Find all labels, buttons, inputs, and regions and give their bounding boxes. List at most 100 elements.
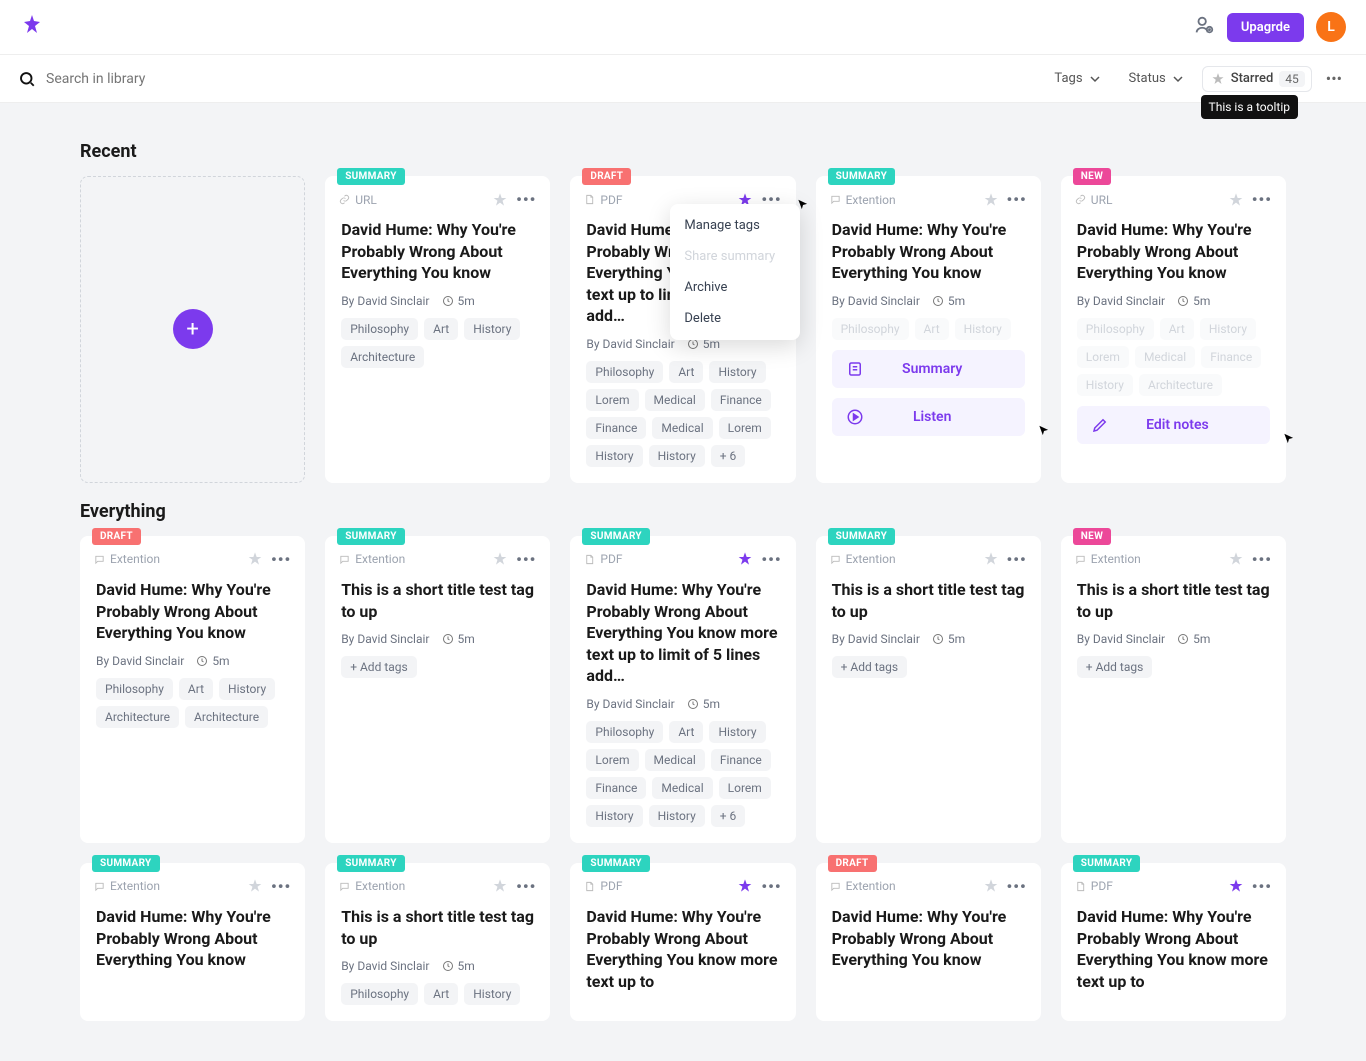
star-icon[interactable] bbox=[492, 878, 508, 894]
filter-starred[interactable]: Starred 45 bbox=[1202, 66, 1312, 92]
card-more-icon[interactable]: ••• bbox=[1007, 877, 1027, 896]
avatar[interactable]: L bbox=[1316, 12, 1346, 42]
card-more-icon[interactable]: ••• bbox=[1007, 190, 1027, 209]
tag[interactable]: Art bbox=[669, 361, 703, 383]
add-tags-button[interactable]: + Add tags bbox=[832, 656, 908, 678]
summary-button[interactable]: Summary bbox=[832, 350, 1025, 388]
add-tags-button[interactable]: + Add tags bbox=[341, 656, 417, 678]
search[interactable] bbox=[18, 70, 1044, 88]
card-more-icon[interactable]: ••• bbox=[1252, 550, 1272, 569]
star-icon[interactable] bbox=[247, 878, 263, 894]
tag[interactable]: Art bbox=[179, 678, 213, 700]
tag[interactable]: Medical bbox=[652, 777, 712, 799]
edit-notes-button[interactable]: Edit notes bbox=[1077, 406, 1270, 444]
card-more-icon[interactable]: ••• bbox=[1007, 550, 1027, 569]
card-menu: Manage tags Share summary Archive Delete bbox=[670, 204, 800, 340]
tag[interactable]: History bbox=[649, 805, 705, 827]
user-add-icon[interactable] bbox=[1193, 14, 1215, 40]
tag[interactable]: Philosophy bbox=[96, 678, 173, 700]
summary-badge: SUMMARY bbox=[337, 528, 405, 545]
add-tags-button[interactable]: + Add tags bbox=[1077, 656, 1153, 678]
clock-icon bbox=[442, 295, 454, 307]
star-icon[interactable] bbox=[247, 551, 263, 567]
tag[interactable]: Finance bbox=[711, 749, 771, 771]
filter-tags[interactable]: Tags bbox=[1044, 65, 1110, 92]
menu-delete[interactable]: Delete bbox=[670, 303, 800, 334]
card: SUMMARY PDF••• David Hume: Why You're Pr… bbox=[570, 536, 795, 843]
more-icon[interactable]: ••• bbox=[1320, 65, 1348, 92]
card-more-icon[interactable]: ••• bbox=[761, 550, 781, 569]
card: DRAFT Extention••• David Hume: Why You'r… bbox=[80, 536, 305, 843]
card-more-icon[interactable]: ••• bbox=[761, 877, 781, 896]
tag[interactable]: Finance bbox=[586, 777, 646, 799]
star-icon[interactable] bbox=[983, 192, 999, 208]
star-icon[interactable] bbox=[1228, 551, 1244, 567]
filter-status[interactable]: Status bbox=[1119, 65, 1194, 92]
card-more-icon[interactable]: ••• bbox=[516, 190, 536, 209]
listen-button[interactable]: Listen bbox=[832, 398, 1025, 436]
section-recent-title: Recent bbox=[80, 141, 1286, 162]
tag[interactable]: History bbox=[649, 445, 705, 467]
tag[interactable]: History bbox=[586, 805, 642, 827]
cursor-icon bbox=[1282, 432, 1296, 446]
tag[interactable]: Lorem bbox=[719, 777, 771, 799]
tag[interactable]: Lorem bbox=[586, 749, 638, 771]
tag[interactable]: Lorem bbox=[586, 389, 638, 411]
tag[interactable]: Medical bbox=[645, 749, 705, 771]
tag[interactable]: Medical bbox=[645, 389, 705, 411]
chat-icon bbox=[339, 881, 350, 892]
tag[interactable]: History bbox=[586, 445, 642, 467]
star-icon[interactable] bbox=[1228, 192, 1244, 208]
source-pdf: PDF bbox=[584, 193, 622, 207]
add-card[interactable]: + bbox=[80, 176, 305, 483]
card-title: David Hume: Why You're Probably Wrong Ab… bbox=[1077, 219, 1270, 284]
star-icon[interactable] bbox=[737, 878, 753, 894]
card-more-icon[interactable]: ••• bbox=[271, 877, 291, 896]
menu-archive[interactable]: Archive bbox=[670, 272, 800, 303]
tag[interactable]: Art bbox=[669, 721, 703, 743]
card-more-icon[interactable]: ••• bbox=[271, 550, 291, 569]
tag[interactable]: Architecture bbox=[185, 706, 268, 728]
source-pdf: PDF bbox=[584, 879, 622, 893]
card-more-icon[interactable]: ••• bbox=[516, 550, 536, 569]
star-icon[interactable] bbox=[983, 878, 999, 894]
tag[interactable]: Art bbox=[424, 983, 458, 1005]
new-badge: NEW bbox=[1073, 528, 1111, 545]
star-icon[interactable] bbox=[737, 551, 753, 567]
star-icon[interactable] bbox=[492, 192, 508, 208]
tag[interactable]: Architecture bbox=[341, 346, 424, 368]
menu-manage-tags[interactable]: Manage tags bbox=[670, 210, 800, 241]
source-extention: Extention bbox=[830, 552, 896, 566]
everything-grid: DRAFT Extention••• David Hume: Why You'r… bbox=[80, 536, 1286, 1021]
tag[interactable]: Architecture bbox=[96, 706, 179, 728]
tag-more[interactable]: + 6 bbox=[711, 805, 746, 827]
tag[interactable]: History bbox=[464, 318, 520, 340]
tag[interactable]: History bbox=[219, 678, 275, 700]
star-icon[interactable] bbox=[983, 551, 999, 567]
tag[interactable]: History bbox=[464, 983, 520, 1005]
card: SUMMARY Extention••• This is a short tit… bbox=[325, 863, 550, 1021]
star-icon[interactable] bbox=[492, 551, 508, 567]
tag[interactable]: Lorem bbox=[719, 417, 771, 439]
star-icon[interactable] bbox=[1228, 878, 1244, 894]
tag[interactable]: Philosophy bbox=[341, 983, 418, 1005]
upgrade-button[interactable]: Upagrde bbox=[1227, 13, 1304, 42]
recent-card: SUMMARY URL ••• David Hume: Why You're P… bbox=[325, 176, 550, 483]
card-more-icon[interactable]: ••• bbox=[516, 877, 536, 896]
tag[interactable]: Philosophy bbox=[586, 361, 663, 383]
tag[interactable]: Finance bbox=[586, 417, 646, 439]
card-more-icon[interactable]: ••• bbox=[1252, 190, 1272, 209]
tag[interactable]: History bbox=[709, 361, 765, 383]
tag[interactable]: Philosophy bbox=[586, 721, 663, 743]
card-more-icon[interactable]: ••• bbox=[1252, 877, 1272, 896]
tag[interactable]: History bbox=[709, 721, 765, 743]
source-extention: Extention bbox=[339, 879, 405, 893]
logo[interactable] bbox=[20, 13, 44, 41]
tag[interactable]: Philosophy bbox=[341, 318, 418, 340]
tag[interactable]: Art bbox=[424, 318, 458, 340]
tag-list: PhilosophyArtHistory bbox=[832, 318, 1025, 340]
tag[interactable]: Finance bbox=[711, 389, 771, 411]
tag[interactable]: Medical bbox=[652, 417, 712, 439]
search-input[interactable] bbox=[46, 71, 1044, 87]
tag-more[interactable]: + 6 bbox=[711, 445, 746, 467]
